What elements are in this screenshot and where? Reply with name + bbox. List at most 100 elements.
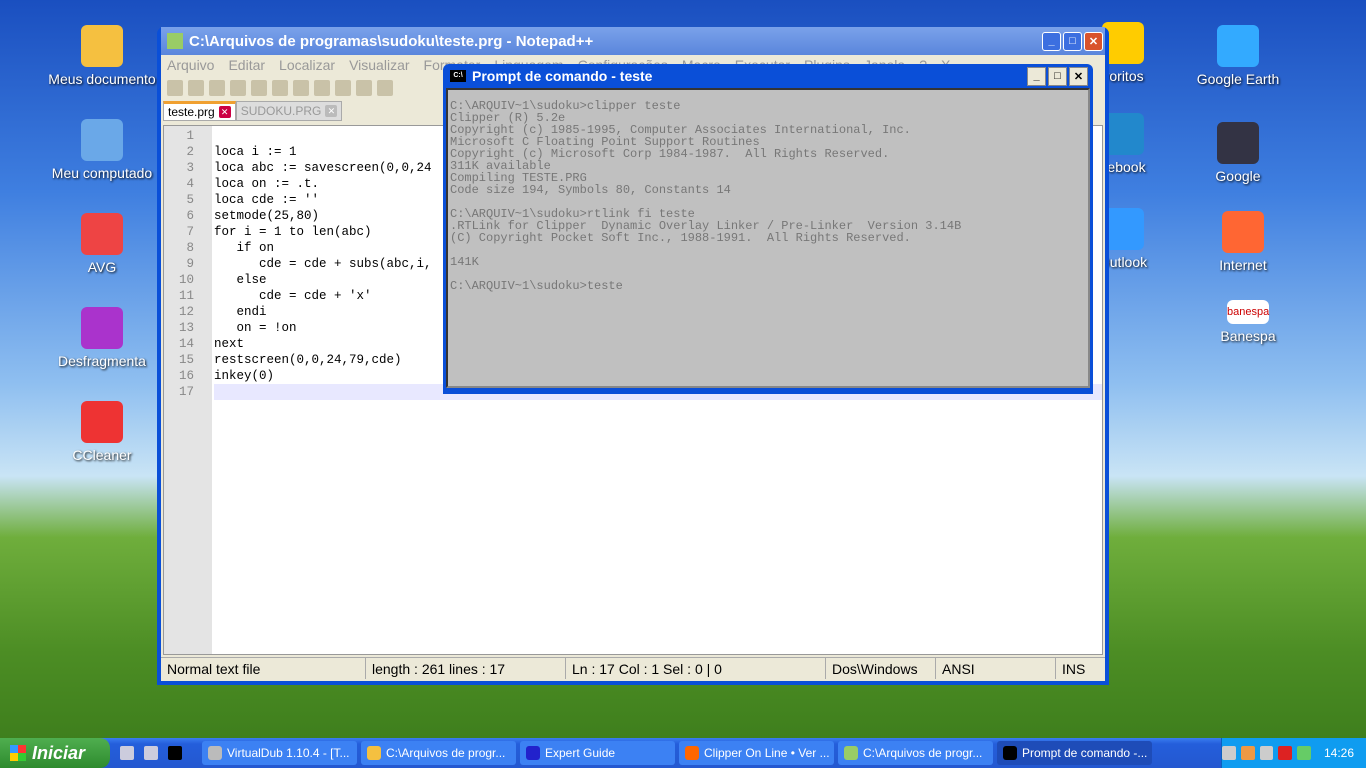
new-icon[interactable] [167,80,183,96]
task-label: Expert Guide [545,746,616,760]
desktop-icon-label: Meu computado [51,165,153,181]
task-label: C:\Arquivos de progr... [386,746,506,760]
desktop-icon-label: CCleaner [72,447,132,463]
line-number-gutter: 1 2 3 4 5 6 7 8 9 10 11 12 13 14 15 16 17 [164,126,212,654]
save-icon[interactable] [209,80,225,96]
save-all-icon[interactable] [230,80,246,96]
line-number: 4 [186,177,194,191]
task-label: VirtualDub 1.10.4 - [T... [227,746,350,760]
desktop-icon-label: Google Earth [1196,71,1280,87]
taskbar-button[interactable]: VirtualDub 1.10.4 - [T... [202,741,357,765]
updown-icon[interactable] [1278,746,1293,760]
line-number: 1 [186,129,194,143]
line-number: 16 [178,369,194,383]
console-output[interactable]: C:\ARQUIV~1\sudoku>clipper teste Clipper… [446,88,1090,388]
cmd-quicklaunch-icon[interactable] [168,746,182,760]
task-icon [685,746,699,760]
windows-logo-icon [10,745,26,761]
line-number: 10 [178,273,194,287]
desktop-icon[interactable]: Meus documento [47,25,157,87]
print-icon[interactable] [293,80,309,96]
undo-icon[interactable] [377,80,393,96]
tab-teste[interactable]: teste.prg ✕ [163,101,236,121]
line-number: 13 [178,321,194,335]
taskbar-button[interactable]: C:\Arquivos de progr... [838,741,993,765]
notepad-icon [167,33,183,49]
desktop-icon[interactable]: Google [1183,122,1293,184]
taskbar-button[interactable]: C:\Arquivos de progr... [361,741,516,765]
desktop-icon-label: Internet [1219,257,1267,273]
paste-icon[interactable] [356,80,372,96]
window-title: C:\Arquivos de programas\sudoku\teste.pr… [189,32,594,50]
ie-quicklaunch-icon[interactable] [120,746,134,760]
menu-item[interactable]: Arquivo [167,57,214,73]
line-number: 14 [178,337,194,351]
desktop-icon-label: Banespa [1220,328,1276,344]
desktop-icon-image [81,401,123,443]
task-icon [526,746,540,760]
cmd-title: Prompt de comando - teste [472,68,653,84]
system-tray: 14:26 [1221,738,1366,768]
desktop-icon-image [1217,25,1259,67]
line-number: 5 [186,193,194,207]
close-button[interactable]: ✕ [1084,31,1103,51]
device-quicklaunch-icon[interactable] [144,746,158,760]
line-number: 7 [186,225,194,239]
tab-sudoku[interactable]: SUDOKU.PRG ✕ [235,101,343,121]
cut-icon[interactable] [314,80,330,96]
desktop-icon[interactable]: Google Earth [1183,25,1293,87]
maximize-button[interactable]: □ [1063,31,1082,51]
line-number: 8 [186,241,194,255]
start-label: Iniciar [32,742,86,763]
menu-item[interactable]: Editar [228,57,265,73]
menu-item[interactable]: Localizar [279,57,335,73]
desktop-icon[interactable]: banespa Banespa [1193,300,1303,344]
close-all-icon[interactable] [272,80,288,96]
minimize-button[interactable]: _ [1027,66,1046,86]
desktop-icon-image [81,119,123,161]
desktop-icon[interactable]: Internet [1188,211,1298,273]
close-tab-icon[interactable]: ✕ [218,106,231,118]
desktop-icon-image [81,307,123,349]
desktop-icon[interactable]: Desfragmenta [47,307,157,369]
open-icon[interactable] [188,80,204,96]
desktop-icon[interactable]: AVG [47,213,157,275]
taskbar-button[interactable]: Prompt de comando -... [997,741,1152,765]
line-number: 2 [186,145,194,159]
taskbar-button[interactable]: Clipper On Line • Ver ... [679,741,834,765]
line-number: 3 [186,161,194,175]
eol-format: Dos\Windows [826,658,936,679]
insert-mode: INS [1062,660,1086,677]
line-number: 12 [178,305,194,319]
antivirus-icon[interactable] [1297,746,1311,760]
desktop-icon-label: AVG [87,259,117,275]
desktop-icon[interactable]: Meu computado [47,119,157,181]
line-number: 11 [178,289,194,303]
app-tray-icon[interactable] [1240,746,1255,760]
minimize-button[interactable]: _ [1042,31,1061,51]
network-icon[interactable] [1221,746,1236,760]
close-tab-icon[interactable]: ✕ [325,105,338,117]
desktop-icon[interactable]: CCleaner [47,401,157,463]
desktop-icon-label: Desfragmenta [58,353,146,369]
task-label: Prompt de comando -... [1022,746,1148,760]
line-number: 15 [178,353,194,367]
length-lines: length : 261 lines : 17 [366,658,566,679]
maximize-button[interactable]: □ [1048,66,1067,86]
volume-icon[interactable] [1259,746,1274,760]
cursor-position: Ln : 17 Col : 1 Sel : 0 | 0 [566,658,826,679]
task-icon [208,746,222,760]
close-icon[interactable] [251,80,267,96]
desktop-icon-image [1217,122,1259,164]
task-icon [1003,746,1017,760]
copy-icon[interactable] [335,80,351,96]
desktop-icon-image [81,213,123,255]
cmd-titlebar[interactable]: C:\ Prompt de comando - teste _ □ ✕ [446,64,1090,88]
notepad-titlebar[interactable]: C:\Arquivos de programas\sudoku\teste.pr… [161,27,1105,55]
desktop-icon-label: Meus documento [48,71,156,87]
close-button[interactable]: ✕ [1069,66,1088,86]
desktop-icon-image [81,25,123,67]
start-button[interactable]: Iniciar [0,738,110,768]
menu-item[interactable]: Visualizar [349,57,409,73]
taskbar-button[interactable]: Expert Guide [520,741,675,765]
